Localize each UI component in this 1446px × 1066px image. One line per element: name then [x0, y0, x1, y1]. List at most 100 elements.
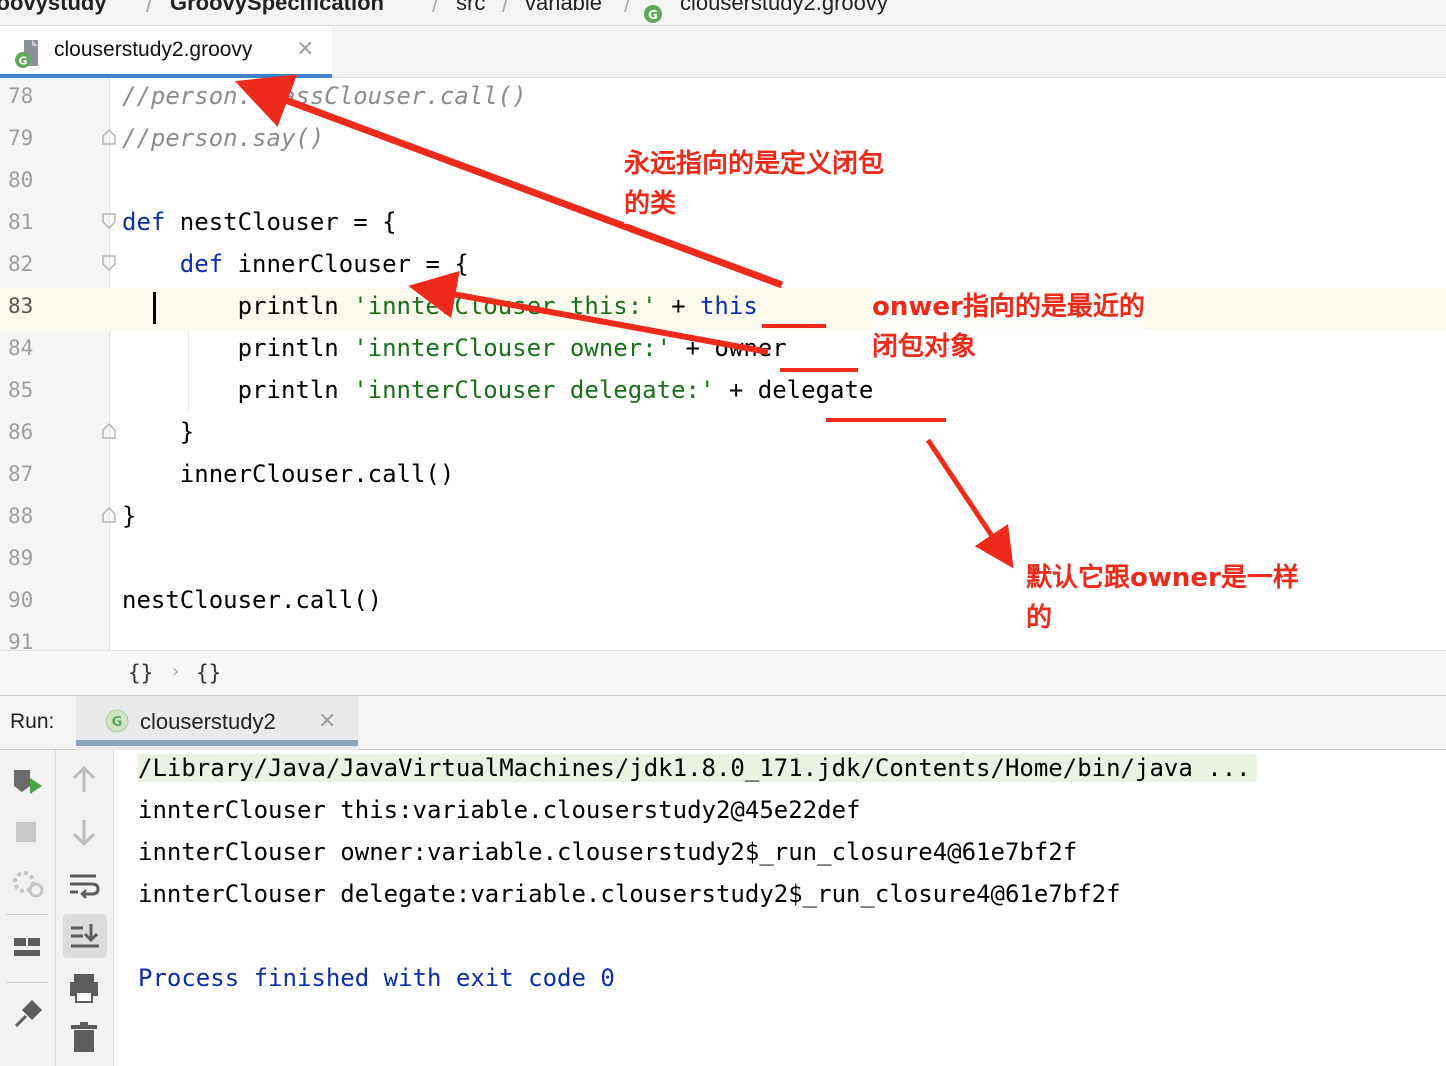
code-line[interactable]: 85 println 'innterClouser delegate:' + d…: [0, 372, 1446, 414]
print-icon[interactable]: [64, 968, 104, 1008]
debug-settings-icon[interactable]: [8, 862, 48, 902]
editor-tab-bar: G clouserstudy2.groovy ×: [0, 26, 1446, 79]
code-keyword: def: [179, 250, 224, 278]
code-keyword: def: [122, 208, 166, 236]
stop-icon[interactable]: [8, 812, 48, 852]
fold-start-icon[interactable]: [101, 212, 117, 230]
groovy-file-icon: G: [644, 5, 662, 23]
code-text[interactable]: nestClouser.call(): [122, 586, 382, 614]
code-text[interactable]: }: [122, 418, 194, 446]
annotation-owner: onwer指向的是最近的 闭包对象: [872, 287, 1145, 367]
code-line[interactable]: 86 }: [0, 414, 1446, 456]
code-token: }: [122, 418, 195, 446]
line-number: 90: [8, 588, 34, 612]
trash-icon[interactable]: [64, 1018, 104, 1058]
console-process-finished: Process finished with exit code 0: [138, 964, 615, 992]
run-console: /Library/Java/JavaVirtualMachines/jdk1.8…: [0, 750, 1446, 1066]
code-token: +: [656, 292, 700, 320]
svg-text:G: G: [18, 55, 27, 68]
line-number: 80: [8, 168, 34, 192]
close-icon[interactable]: ×: [296, 36, 314, 61]
groovy-file-icon: G: [15, 40, 38, 68]
breadcrumb-module[interactable]: GroovySpecification: [170, 0, 384, 16]
svg-text:G: G: [112, 715, 123, 730]
run-tool-window-header: Run: G clouserstudy2 ×: [0, 696, 1446, 750]
active-run-tab-indicator: [76, 740, 358, 746]
structure-separator: ›: [172, 661, 180, 682]
breadcrumb-file[interactable]: clouserstudy2.groovy: [680, 0, 888, 16]
code-token: println: [122, 292, 354, 320]
scroll-down-icon[interactable]: [64, 812, 104, 852]
scroll-to-end-button[interactable]: [63, 914, 107, 958]
rerun-icon[interactable]: [8, 760, 48, 800]
soft-wrap-icon[interactable]: [64, 864, 104, 904]
scroll-up-icon[interactable]: [64, 760, 104, 800]
annotation-delegate-line1: 默认它跟owner是一样: [1026, 563, 1299, 593]
scroll-to-end-icon: [71, 924, 99, 948]
code-comment: //person.say(): [122, 124, 325, 152]
annotation-this: 永远指向的是定义闭包 的类: [624, 144, 885, 224]
code-token: println: [122, 334, 354, 362]
breadcrumb-separator: /: [146, 0, 153, 17]
code-text[interactable]: println 'innterClouser delegate:' + dele…: [122, 376, 874, 404]
code-text[interactable]: innerClouser.call(): [122, 460, 455, 488]
code-line[interactable]: 83 println 'innterClouser this:' + this: [0, 288, 1446, 330]
indent-guide: [188, 330, 189, 410]
code-line[interactable]: 84 println 'innterClouser owner:' + owne…: [0, 330, 1446, 372]
close-icon[interactable]: ×: [318, 708, 336, 733]
code-token: innerClouser.call(): [122, 460, 455, 488]
toolbar-divider: [6, 914, 48, 915]
fold-end-icon[interactable]: [101, 422, 117, 440]
breadcrumb-separator: /: [502, 0, 509, 17]
editor-tab-clouserstudy2[interactable]: G clouserstudy2.groovy ×: [0, 26, 332, 79]
pin-icon[interactable]: [8, 994, 48, 1034]
code-string: 'innterClouser this:': [353, 292, 657, 320]
annotation-delegate-line2: 的: [1026, 603, 1053, 633]
code-line[interactable]: 88}: [0, 498, 1446, 540]
line-number: 79: [8, 126, 34, 150]
code-line[interactable]: 78 //person.classClouser.call(): [0, 78, 1446, 120]
run-toolbar-left: [0, 750, 56, 1066]
code-line[interactable]: 82 def innerClouser = {: [0, 246, 1446, 288]
code-token: + delegate: [714, 376, 874, 404]
breadcrumb-src[interactable]: src: [456, 0, 485, 16]
line-number: 88: [8, 504, 34, 528]
line-number: 85: [8, 378, 34, 402]
code-text[interactable]: def innerClouser = {: [122, 250, 469, 278]
breadcrumb-package[interactable]: variable: [525, 0, 602, 16]
code-comment: //person.classClouser.call(): [122, 82, 527, 110]
fold-end-icon[interactable]: [101, 506, 117, 524]
structure-item-outer[interactable]: {}: [128, 661, 153, 685]
navigation-breadcrumb: roovystudy / GroovySpecification / src /…: [0, 0, 1446, 26]
console-command-line: /Library/Java/JavaVirtualMachines/jdk1.8…: [138, 754, 1257, 782]
code-line[interactable]: 87 innerClouser.call(): [0, 456, 1446, 498]
code-text[interactable]: println 'innterClouser owner:' + owner: [122, 334, 787, 362]
line-number: 84: [8, 336, 34, 360]
line-number: 89: [8, 546, 34, 570]
fold-start-icon[interactable]: [101, 254, 117, 272]
code-text[interactable]: println 'innterClouser this:' + this: [122, 292, 758, 320]
code-token: innerClouser = {: [223, 250, 469, 278]
layout-icon[interactable]: [8, 928, 48, 968]
console-output-line: innterClouser this:variable.clouserstudy…: [138, 796, 861, 824]
line-number: 86: [8, 420, 34, 444]
annotation-owner-line2: 闭包对象: [872, 332, 977, 362]
structure-breadcrumb: {} › {}: [0, 650, 1446, 696]
breadcrumb-separator: /: [432, 0, 439, 17]
code-text[interactable]: }: [122, 502, 136, 530]
fold-end-icon[interactable]: [101, 128, 117, 146]
code-text[interactable]: //person.classClouser.call(): [122, 82, 527, 110]
svg-text:G: G: [648, 8, 658, 22]
structure-item-inner[interactable]: {}: [196, 661, 221, 685]
breadcrumb-project[interactable]: roovystudy: [0, 0, 107, 16]
toolbar-divider: [6, 982, 48, 983]
line-number: 82: [8, 252, 34, 276]
run-toolbar-right: [56, 750, 114, 1066]
code-text[interactable]: //person.say(): [122, 124, 324, 152]
annotation-this-line2: 的类: [624, 189, 677, 219]
code-text[interactable]: def nestClouser = {: [122, 208, 397, 236]
line-number: 87: [8, 462, 34, 486]
code-token: }: [122, 502, 137, 530]
text-caret: [153, 292, 156, 324]
